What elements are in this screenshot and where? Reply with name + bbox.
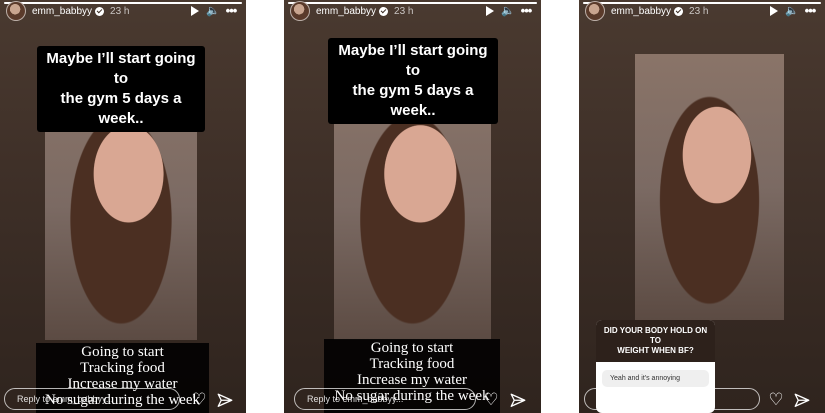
- verified-badge-icon: [95, 6, 105, 16]
- send-icon[interactable]: [509, 392, 527, 410]
- speaker-icon[interactable]: 🔈: [499, 0, 517, 22]
- play-icon: [191, 6, 199, 17]
- story-header: emm_babbyy 23 h 🔈 •••: [284, 0, 541, 22]
- verified-badge-icon: [674, 6, 684, 16]
- overlay-line: Increase my water: [357, 372, 467, 388]
- reply-input[interactable]: Reply to emm_babbyy...: [4, 388, 180, 410]
- play-button[interactable]: [186, 0, 204, 22]
- post-time: 23 h: [110, 5, 130, 17]
- overlay-line: Tracking food: [80, 360, 165, 376]
- speaker-icon[interactable]: 🔈: [783, 0, 801, 22]
- more-icon[interactable]: •••: [222, 0, 240, 22]
- reply-input[interactable]: Reply to emm_babbyy...: [294, 388, 476, 410]
- reply-input[interactable]: Reply to emm_babbyy...: [584, 388, 760, 410]
- story-card[interactable]: emm_babbyy 23 h 🔈 ••• Maybe I’ll start g…: [0, 0, 246, 413]
- post-time: 23 h: [689, 5, 709, 17]
- question-answer: Yeah and it's annoying: [602, 370, 709, 387]
- username[interactable]: emm_babbyy: [32, 6, 92, 17]
- overlay-line: Going to start: [370, 340, 454, 356]
- stories-viewer: emm_babbyy 23 h 🔈 ••• Maybe I’ll start g…: [0, 0, 825, 413]
- play-icon: [770, 6, 778, 17]
- username[interactable]: emm_babbyy: [316, 6, 376, 17]
- story-card[interactable]: emm_babbyy 23 h 🔈 ••• DID YOUR BODY HOLD…: [579, 0, 825, 413]
- username[interactable]: emm_babbyy: [611, 6, 671, 17]
- avatar[interactable]: [290, 1, 310, 21]
- caption-line: Maybe I’ll start going to: [46, 50, 196, 87]
- caption-line: the gym 5 days a week..: [352, 82, 474, 119]
- story-card[interactable]: emm_babbyy 23 h 🔈 ••• Maybe I’ll start g…: [284, 0, 541, 413]
- more-icon[interactable]: •••: [801, 0, 819, 22]
- send-icon[interactable]: [793, 392, 811, 410]
- question-title-line: DID YOUR BODY HOLD ON TO: [603, 326, 708, 345]
- overlay-line: Tracking food: [369, 356, 455, 372]
- caption-line: the gym 5 days a week..: [60, 90, 182, 127]
- play-icon: [486, 6, 494, 17]
- story-caption: Maybe I’ll start going to the gym 5 days…: [37, 46, 205, 132]
- avatar[interactable]: [6, 1, 26, 21]
- caption-line: Maybe I’ll start going to: [338, 42, 488, 79]
- overlay-line: Going to start: [81, 344, 164, 360]
- story-header: emm_babbyy 23 h 🔈 •••: [579, 0, 825, 22]
- play-button[interactable]: [765, 0, 783, 22]
- heart-icon[interactable]: ♡: [190, 391, 208, 409]
- heart-icon[interactable]: ♡: [482, 391, 500, 409]
- post-time: 23 h: [394, 5, 414, 17]
- send-icon[interactable]: [216, 392, 234, 410]
- question-title-line: WEIGHT WHEN BF?: [617, 346, 694, 355]
- question-title: DID YOUR BODY HOLD ON TO WEIGHT WHEN BF?: [596, 320, 715, 362]
- verified-badge-icon: [379, 6, 389, 16]
- avatar[interactable]: [585, 1, 605, 21]
- more-icon[interactable]: •••: [517, 0, 535, 22]
- play-button[interactable]: [481, 0, 499, 22]
- story-caption: Maybe I’ll start going to the gym 5 days…: [328, 38, 498, 124]
- story-header: emm_babbyy 23 h 🔈 •••: [0, 0, 246, 22]
- speaker-icon[interactable]: 🔈: [204, 0, 222, 22]
- story-video: [635, 54, 784, 320]
- heart-icon[interactable]: ♡: [767, 391, 785, 409]
